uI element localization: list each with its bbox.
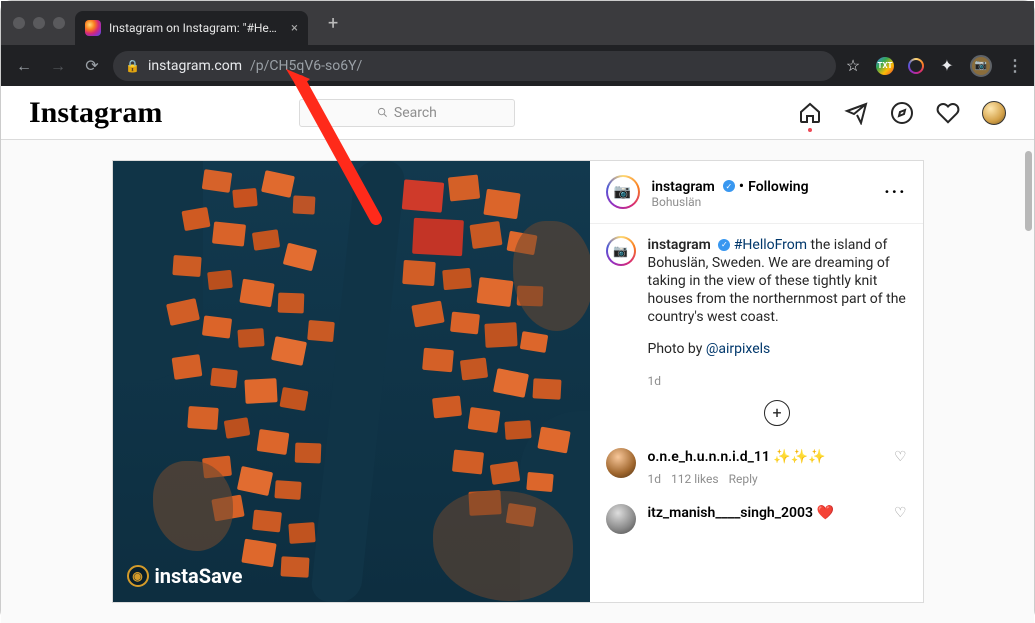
browser-tab[interactable]: Instagram on Instagram: "#Hell… ×	[75, 11, 308, 45]
comment-reply[interactable]: Reply	[729, 470, 758, 488]
author-avatar-small[interactable]: 📷	[606, 236, 636, 266]
like-comment-icon[interactable]: ♡	[894, 448, 907, 466]
verified-badge-icon: ✓	[723, 180, 735, 192]
commenter-avatar[interactable]	[606, 504, 636, 534]
activity-heart-icon[interactable]	[936, 101, 960, 125]
following-status[interactable]: Following	[748, 179, 808, 195]
location-label[interactable]: Bohuslän	[652, 195, 809, 209]
camera-icon: 📷	[975, 60, 987, 71]
caption-area: 📷 instagram ✓ #HelloFrom the island of B…	[590, 224, 923, 602]
separator: •	[739, 176, 744, 195]
camera-icon: 📷	[613, 242, 628, 260]
forward-button[interactable]: →	[45, 53, 71, 79]
instagram-header: Instagram Search	[1, 86, 1034, 140]
watermark-text: instaSave	[155, 564, 243, 588]
search-icon	[377, 107, 388, 118]
like-comment-icon[interactable]: ♡	[894, 504, 907, 522]
commenter-username[interactable]: itz_manish____singh_2003	[648, 505, 813, 521]
address-bar[interactable]: 🔒 instagram.com/p/CH5qV6-so6Y/	[113, 51, 836, 81]
aerial-image	[113, 161, 590, 602]
watermark: ◉ instaSave	[127, 564, 243, 588]
window-close-dot[interactable]	[13, 17, 25, 29]
window-zoom-dot[interactable]	[53, 17, 65, 29]
caption-username[interactable]: instagram	[648, 237, 711, 253]
back-button[interactable]: ←	[11, 53, 37, 79]
post-card: ◉ instaSave 📷 instagram ✓ • Following Bo…	[112, 160, 924, 603]
post-sidebar: 📷 instagram ✓ • Following Bohuslän ··· 📷	[590, 161, 923, 602]
new-tab-button[interactable]: +	[328, 13, 338, 34]
header-nav	[798, 101, 1006, 125]
browser-toolbar: ← → ⟳ 🔒 instagram.com/p/CH5qV6-so6Y/ ☆ T…	[1, 45, 1034, 86]
refresh-button[interactable]: ⟳	[79, 53, 105, 79]
verified-badge-icon: ✓	[718, 239, 730, 251]
explore-icon[interactable]	[890, 101, 914, 125]
lock-icon: 🔒	[125, 59, 140, 73]
browser-tab-strip: Instagram on Instagram: "#Hell… × +	[1, 1, 1034, 45]
window-controls	[13, 17, 65, 29]
photo-by-label: Photo by	[648, 341, 706, 357]
extension-txt-icon[interactable]: TXT	[876, 57, 894, 75]
caption-hashtag[interactable]: #HelloFrom	[734, 237, 807, 253]
home-icon[interactable]	[798, 101, 822, 125]
browser-menu-icon[interactable]: ⋮	[1006, 57, 1024, 75]
post-media[interactable]: ◉ instaSave	[113, 161, 590, 602]
instagram-favicon	[85, 20, 101, 36]
commenter-avatar[interactable]	[606, 448, 636, 478]
url-host: instagram.com	[148, 58, 242, 74]
author-avatar[interactable]: 📷	[606, 175, 640, 209]
window-minimize-dot[interactable]	[33, 17, 45, 29]
profile-avatar-icon[interactable]: 📷	[970, 55, 992, 77]
author-username[interactable]: instagram	[652, 179, 715, 195]
extensions-puzzle-icon[interactable]: ✦	[938, 57, 956, 75]
load-more-button[interactable]: +	[764, 400, 790, 426]
bookmark-star-icon[interactable]: ☆	[844, 57, 862, 75]
close-icon[interactable]: ×	[291, 21, 298, 36]
comment-text: ❤️	[813, 505, 834, 521]
commenter-username[interactable]: o.n.e_h.u.n.n.i.d_11	[648, 449, 770, 465]
content-area: ◉ instaSave 📷 instagram ✓ • Following Bo…	[1, 140, 1034, 623]
instagram-logo[interactable]: Instagram	[29, 96, 162, 130]
messages-icon[interactable]	[844, 101, 868, 125]
extension-instagram-icon[interactable]	[908, 58, 924, 74]
comment-row: o.n.e_h.u.n.n.i.d_11 ✨✨✨ 1d 112 likes Re…	[606, 448, 907, 488]
tab-title: Instagram on Instagram: "#Hell…	[109, 21, 279, 35]
comment-row: itz_manish____singh_2003 ❤️ ♡	[606, 504, 907, 534]
photo-credit-link[interactable]: @airpixels	[706, 341, 770, 357]
page-scrollbar[interactable]	[1025, 151, 1032, 231]
more-options-button[interactable]: ···	[884, 182, 906, 203]
url-path: /p/CH5qV6-so6Y/	[250, 58, 362, 74]
user-avatar[interactable]	[982, 101, 1006, 125]
comment-time: 1d	[648, 470, 662, 488]
camera-icon: 📷	[614, 184, 631, 200]
search-input[interactable]: Search	[299, 99, 515, 127]
search-placeholder: Search	[394, 105, 437, 121]
camera-icon: ◉	[127, 565, 149, 587]
post-time: 1d	[648, 372, 907, 390]
post-header: 📷 instagram ✓ • Following Bohuslän ···	[590, 161, 923, 224]
comment-text: ✨✨✨	[770, 449, 826, 465]
comment-likes[interactable]: 112 likes	[671, 470, 719, 488]
